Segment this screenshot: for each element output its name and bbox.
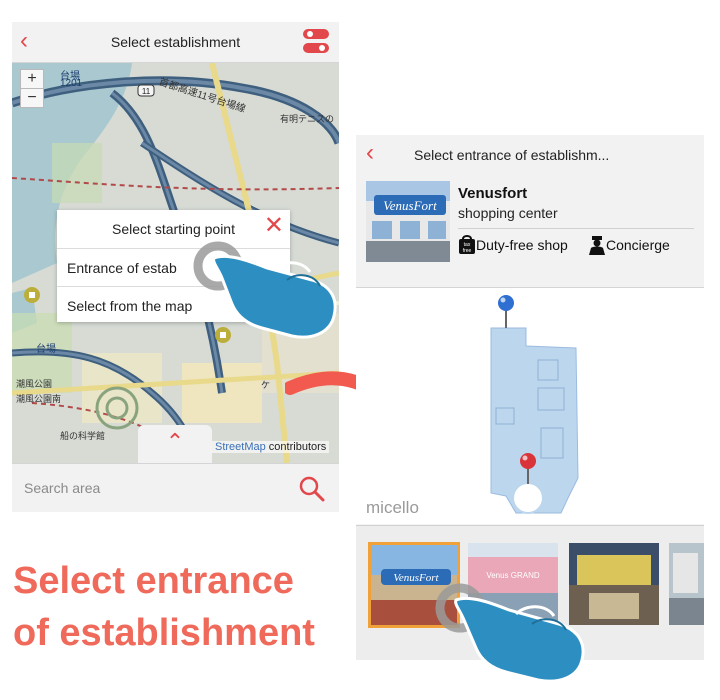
svg-text:11: 11: [142, 87, 151, 96]
caption-line-2: of establishment: [13, 612, 315, 654]
tapping-hand-icon: [193, 241, 337, 339]
caption-line-1: Select entrance: [13, 560, 294, 602]
expand-panel-button[interactable]: ⌃: [138, 425, 212, 463]
map-label: 1201: [60, 78, 83, 89]
entrance-photo[interactable]: [669, 543, 704, 625]
back-chevron-icon[interactable]: ‹: [366, 140, 374, 166]
photo-caption: VenusFort: [393, 572, 439, 584]
venue-name: Venusfort: [458, 185, 528, 202]
search-input[interactable]: Search area: [24, 480, 100, 496]
divider: [458, 228, 694, 229]
screen-title: Select entrance of establishm...: [414, 147, 610, 163]
tax-free-icon: tax free: [459, 235, 475, 254]
map-label: 潮風公園南: [16, 394, 62, 404]
screen-title: Select establishment: [110, 34, 241, 50]
entrance-pin-blue: [498, 295, 514, 328]
map-provider-logo: micello: [366, 498, 419, 517]
map-label: 船の科学館: [60, 431, 106, 441]
map-label: 台場: [36, 344, 56, 355]
option-label: Entrance of estab: [67, 260, 177, 276]
map-label: 潮風公園: [16, 379, 53, 389]
dialog-title: Select starting point: [112, 221, 235, 237]
zoom-out-button[interactable]: −: [20, 88, 44, 108]
venue-photo: VenusFort: [366, 181, 450, 262]
floor-map[interactable]: micello: [356, 288, 704, 524]
amenity-label: Concierge: [606, 237, 670, 253]
tapping-hand-icon: [435, 583, 585, 683]
photo-caption: Venus GRAND: [486, 571, 540, 580]
concierge-icon: [589, 236, 605, 255]
chevron-up-icon: ⌃: [165, 429, 185, 454]
venue-category: shopping center: [458, 205, 558, 221]
map-label: 有明テニスの: [280, 114, 335, 124]
option-label: Select from the map: [67, 298, 193, 314]
close-icon[interactable]: ✕: [264, 214, 284, 238]
amenity-concierge: Concierge: [588, 235, 670, 255]
toggle-icon[interactable]: [303, 29, 329, 53]
search-icon[interactable]: [299, 476, 325, 502]
venue-sign: VenusFort: [383, 198, 437, 213]
zoom-in-button[interactable]: +: [20, 69, 44, 89]
map-label: ケ: [261, 380, 271, 390]
header-bar: ‹ Select establishment: [12, 22, 339, 63]
venue-card[interactable]: VenusFort Venusfort shopping center tax …: [356, 173, 704, 288]
floor-plan-graphic: [490, 295, 579, 514]
amenity-duty-free: tax free Duty-free shop: [458, 235, 568, 255]
header-bar: ‹ Select entrance of establishm...: [356, 135, 704, 174]
svg-text:free: free: [463, 248, 472, 254]
attribution-link[interactable]: StreetMap: [215, 441, 266, 453]
amenity-label: Duty-free shop: [476, 237, 568, 253]
